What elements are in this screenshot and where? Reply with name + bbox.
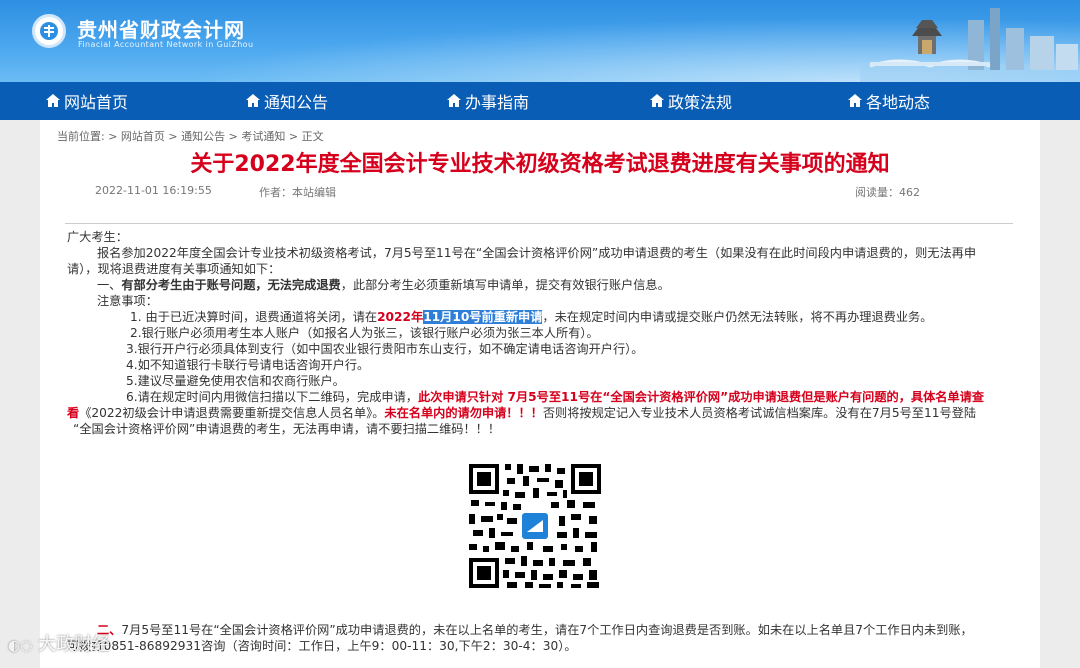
breadcrumb-current: 正文 (301, 130, 324, 143)
site-title[interactable]: 贵州省财政会计网 (77, 14, 245, 43)
breadcrumb: 当前位置: > 网站首页 > 通知公告 > 考试通知 > 正文 (57, 128, 324, 144)
home-icon (246, 92, 260, 111)
home-icon (46, 92, 60, 111)
note1-deadline: 11月10号前重新申请 (423, 310, 543, 324)
breadcrumb-home[interactable]: 网站首页 (121, 130, 165, 143)
note6-red: 此次申请只针对 7月5号至11号在“全国会计资格评价网”成功申请退费但是账户有问… (417, 390, 985, 404)
breadcrumb-exam[interactable]: 考试通知 (241, 130, 285, 143)
nav-item-home[interactable]: 网站首页 (46, 82, 128, 120)
section1-bold: 有部分考生由于账号问题，无法完成退费 (121, 278, 341, 292)
note6-text: 6.请在规定时间内用微信扫描以下二维码，完成申请， (126, 390, 418, 404)
nav-item-regional[interactable]: 各地动态 (848, 82, 930, 120)
note6-warning: 未在名单内的请勿申请！！！ (384, 406, 543, 420)
site-subtitle: Finacial Accountant Network in GuiZhou (78, 40, 254, 49)
article-author: 作者：本站编辑 (259, 186, 336, 199)
home-icon (848, 92, 862, 111)
article-date: 2022-11-01 16:19:55 (95, 184, 212, 197)
breadcrumb-sep: > (285, 130, 302, 143)
watermark-text: 大政财经 (38, 634, 111, 655)
breadcrumb-prefix: 当前位置: > (57, 130, 121, 143)
note1-year: 2022年 (377, 310, 424, 324)
note6-red-see: 看 (67, 406, 80, 420)
note-6-end: “全国会计资格评价网”申请退费的考生，无法再申请，请不要扫描二维码！！！ (73, 422, 501, 436)
wechat-qr-code[interactable] (467, 462, 603, 590)
watermark-logo: ◐◌ 大政财经 (8, 630, 110, 656)
home-icon (447, 92, 461, 111)
home-icon (650, 92, 664, 111)
article-container: 当前位置: > 网站首页 > 通知公告 > 考试通知 > 正文 关于2022年度… (40, 120, 1040, 668)
watermark-icon: ◐◌ (8, 638, 33, 654)
article-views: 阅读量：462 (855, 186, 920, 199)
section1: 一、有部分考生由于账号问题，无法完成退费，此部分考生必须重新填写申请单，提交有效… (97, 275, 670, 293)
section2-text: 7月5号至11号在“全国会计资格评价网”成功申请退费的，未在以上名单的考生，请在… (121, 623, 973, 637)
nav-label: 网站首页 (64, 93, 129, 112)
nav-item-policy[interactable]: 政策法规 (650, 82, 732, 120)
note1-text: 1. 由于已近决算时间，退费通道将关闭，请在 (130, 310, 378, 324)
nav-label: 政策法规 (668, 93, 733, 112)
note6-rest: 否则将按规定记入专业技术人员资格考试诚信档案库。没有在7月5号至11号登陆 (542, 406, 977, 420)
city-skyline-illustration (860, 8, 1080, 82)
nav-item-guide[interactable]: 办事指南 (447, 82, 529, 120)
nav-label: 通知公告 (264, 93, 329, 112)
breadcrumb-notices[interactable]: 通知公告 (181, 130, 225, 143)
nav-item-notices[interactable]: 通知公告 (246, 82, 328, 120)
site-logo-icon[interactable] (32, 14, 66, 48)
breadcrumb-sep: > (225, 130, 242, 143)
nav-label: 办事指南 (465, 93, 530, 112)
breadcrumb-sep: > (164, 130, 182, 143)
note6-list-name[interactable]: 《2022初级会计申请退费需要重新提交信息人员名单》。 (79, 406, 384, 420)
section1-rest: ，此部分考生必须重新填写申请单，提交有效银行账户信息。 (340, 278, 670, 292)
section1-prefix: 一、 (97, 278, 122, 292)
main-nav: 网站首页 通知公告 办事指南 政策法规 各地动态 (0, 82, 1080, 120)
divider (65, 223, 1013, 224)
article-title: 关于2022年度全国会计专业技术初级资格考试退费进度有关事项的通知 (190, 152, 890, 177)
site-header: 贵州省财政会计网 Finacial Accountant Network in … (0, 0, 1080, 82)
note1-rest: ，未在规定时间内申请或提交账户仍然无法转账，将不再办理退费业务。 (542, 310, 933, 324)
section2-line2: 可拨打0851-86892931咨询（咨询时间：工作日，上午9：00-11：30… (67, 639, 577, 653)
nav-label: 各地动态 (866, 93, 931, 112)
